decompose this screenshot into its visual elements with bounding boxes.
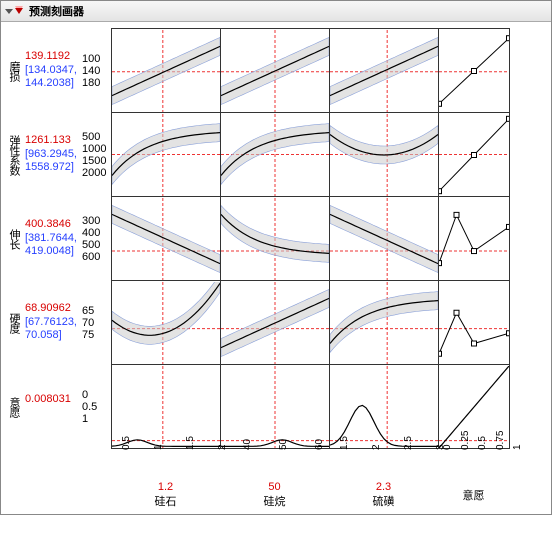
ci-lo: [67.76123,: [25, 316, 77, 328]
row-label: 磨损: [6, 61, 22, 81]
plot-伸长-硫磺[interactable]: [330, 198, 438, 280]
ytick: 1000: [82, 143, 110, 155]
xtick: 1.5: [185, 436, 196, 450]
factor-name: 意愿: [439, 487, 508, 503]
ytick: 2000: [82, 167, 110, 179]
ytick: 75: [82, 329, 110, 341]
plot-伸长-意愿[interactable]: [439, 198, 509, 280]
profiler-matrix: 磨损 139.1192 [134.0347, 144.2038] 1001401…: [1, 22, 551, 514]
ytick: 500: [82, 239, 110, 251]
xtick: 0.5: [477, 436, 488, 450]
xtick: 40: [242, 439, 253, 450]
ci-lo: [381.7644,: [25, 232, 77, 244]
xtick: 1: [153, 444, 164, 450]
ci-hi: 70.058]: [25, 329, 62, 341]
plot-意愿-硅烷[interactable]: [221, 366, 329, 448]
menu-icon[interactable]: [15, 8, 23, 14]
plot-磨损-硅烷[interactable]: [221, 30, 329, 112]
factor-name: 硫磺: [330, 493, 437, 509]
ci-hi: 419.0048]: [25, 245, 74, 257]
factor-value[interactable]: 2.3: [330, 481, 437, 493]
plot-弹性系数-硅烷[interactable]: [221, 114, 329, 196]
plot-弹性系数-硅石[interactable]: [112, 114, 220, 196]
pred-value: 0.008031: [25, 393, 71, 405]
pred-value: 1261.133: [25, 134, 71, 146]
pred-value: 139.1192: [25, 50, 70, 62]
factor-name: 硅烷: [221, 493, 328, 509]
plot-磨损-硫磺[interactable]: [330, 30, 438, 112]
ci-lo: [134.0347,: [25, 64, 77, 76]
xtick: 1: [512, 444, 523, 450]
row-label: 伸长: [6, 229, 22, 249]
ytick: 0.5: [82, 401, 110, 413]
xtick: 0.25: [460, 431, 471, 450]
plot-弹性系数-意愿[interactable]: [439, 114, 509, 196]
xtick: 2: [371, 444, 382, 450]
pred-value: 400.3846: [25, 218, 71, 230]
plot-磨损-硅石[interactable]: [112, 30, 220, 112]
ytick: 65: [82, 305, 110, 317]
xtick: 60: [314, 439, 325, 450]
ci-hi: 1558.972]: [25, 161, 74, 173]
profiler-window: 预测刻画器 磨损 139.1192 [134.0347, 144.2038] 1…: [0, 0, 552, 515]
plot-硬度-硅烷[interactable]: [221, 282, 329, 364]
xtick: 2.5: [403, 436, 414, 450]
xtick: 0.75: [495, 431, 506, 450]
titlebar[interactable]: 预测刻画器: [1, 1, 551, 22]
plot-硬度-硫磺[interactable]: [330, 282, 438, 364]
plot-伸长-硅烷[interactable]: [221, 198, 329, 280]
factor-value[interactable]: 50: [221, 481, 328, 493]
ytick: 70: [82, 317, 110, 329]
ytick: 180: [82, 77, 110, 89]
ytick: 100: [82, 53, 110, 65]
ytick: 1500: [82, 155, 110, 167]
ci-hi: 144.2038]: [25, 77, 74, 89]
pred-value: 68.90962: [25, 302, 71, 314]
ci-lo: [963.2945,: [25, 148, 77, 160]
plot-磨损-意愿[interactable]: [439, 30, 509, 112]
ytick: 140: [82, 65, 110, 77]
ytick: 300: [82, 215, 110, 227]
title-text: 预测刻画器: [29, 3, 84, 19]
ytick: 400: [82, 227, 110, 239]
plot-伸长-硅石[interactable]: [112, 198, 220, 280]
plot-弹性系数-硫磺[interactable]: [330, 114, 438, 196]
factor-name: 硅石: [112, 493, 219, 509]
xtick: 50: [278, 439, 289, 450]
row-label: 硬度: [6, 313, 22, 333]
factor-value[interactable]: 1.2: [112, 481, 219, 493]
plot-硬度-意愿[interactable]: [439, 282, 509, 364]
xtick: 0: [442, 444, 453, 450]
ytick: 1: [82, 413, 110, 425]
ytick: 600: [82, 251, 110, 263]
row-label: 意愿: [6, 397, 22, 417]
row-label: 弹性系数: [6, 135, 22, 175]
ytick: 500: [82, 131, 110, 143]
plot-硬度-硅石[interactable]: [112, 282, 220, 364]
ytick: 0: [82, 389, 110, 401]
xtick: 0.5: [121, 436, 132, 450]
disclosure-icon[interactable]: [5, 9, 13, 14]
xtick: 1.5: [339, 436, 350, 450]
